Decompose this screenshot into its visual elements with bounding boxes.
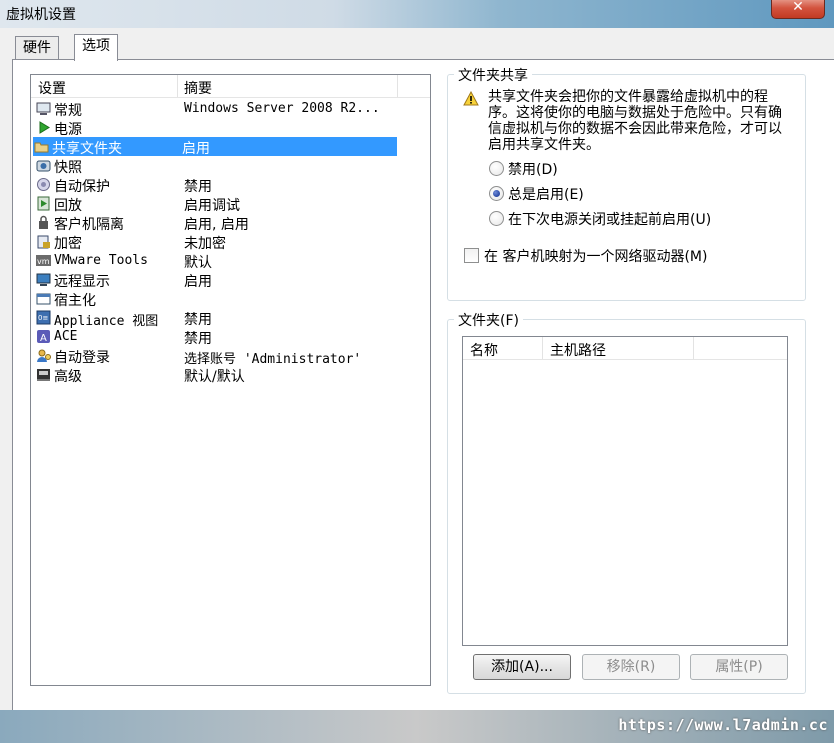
options-tab-panel: 设置 摘要 常规 Windows Server 2008 R2... 电源 共享文件夹… [12, 59, 834, 712]
radio-always-enabled[interactable] [489, 186, 504, 201]
lock-icon [39, 215, 48, 229]
svg-text:vm: vm [37, 257, 50, 266]
remove-folder-button[interactable]: 移除(R) [582, 654, 680, 680]
settings-row[interactable]: 自动登录 选择账号 'Administrator' [35, 346, 397, 367]
power-play-icon [39, 121, 50, 134]
folders-group: 文件夹(F) 名称 主机路径 添加(A)... 移除(R) 属性(P) [447, 310, 806, 694]
snapshot-icon [36, 160, 51, 172]
settings-list[interactable]: 设置 摘要 常规 Windows Server 2008 R2... 电源 共享文件夹… [30, 74, 431, 686]
tab-hardware[interactable]: 硬件 [15, 36, 59, 59]
setting-name: 客户机隔离 [54, 217, 124, 233]
radio-until-poweroff[interactable] [489, 211, 504, 226]
settings-row[interactable]: 客户机隔离 启用, 启用 [35, 213, 397, 233]
column-header-host-path[interactable]: 主机路径 [550, 340, 606, 360]
radio-disabled[interactable] [489, 161, 504, 176]
settings-dialog: 硬件 选项 设置 摘要 常规 Windows Server 2008 R2... 电… [0, 28, 834, 712]
settings-row[interactable]: vm VMware Tools 默认 [35, 251, 397, 271]
setting-summary: 禁用 [184, 179, 212, 195]
advanced-icon [37, 369, 50, 381]
map-network-drive-label[interactable]: 在 客户机映射为一个网络驱动器(M) [484, 246, 707, 266]
setting-name: 自动登录 [54, 350, 110, 366]
settings-row[interactable]: 快照 [35, 156, 397, 176]
setting-name: 共享文件夹 [52, 141, 122, 157]
autologon-icon [37, 349, 51, 362]
settings-row[interactable]: 加密 未加密 [35, 232, 397, 252]
title-bar: 虚拟机设置 ✕ [0, 0, 834, 28]
settings-row[interactable]: 回放 启用调试 [35, 194, 397, 214]
tab-options[interactable]: 选项 [74, 34, 118, 61]
folder-sharing-title: 文件夹共享 [454, 65, 532, 85]
setting-name: 远程显示 [54, 274, 110, 290]
column-header-name[interactable]: 名称 [470, 340, 498, 360]
column-separator[interactable] [693, 337, 694, 359]
setting-summary: 禁用 [184, 331, 212, 347]
setting-summary: 默认/默认 [184, 369, 245, 385]
settings-row[interactable]: A ACE 禁用 [35, 327, 397, 347]
settings-row[interactable]: 电源 [35, 118, 397, 138]
replay-icon [37, 196, 50, 211]
tab-options-label: 选项 [82, 38, 110, 54]
setting-summary: 启用, 启用 [184, 217, 249, 233]
setting-name: 常规 [54, 103, 82, 119]
vmware-tools-icon: vm [36, 255, 51, 266]
setting-name: 回放 [54, 198, 82, 214]
setting-summary: Windows Server 2008 R2... [184, 101, 380, 116]
folder-properties-button[interactable]: 属性(P) [690, 654, 788, 680]
settings-row[interactable]: 远程显示 启用 [35, 270, 397, 290]
setting-summary: 禁用 [184, 312, 212, 328]
setting-name: 高级 [54, 369, 82, 385]
folder-list[interactable]: 名称 主机路径 [462, 336, 788, 646]
setting-name: 宿主化 [54, 293, 96, 309]
radio-always-enabled-label[interactable]: 总是启用(E) [508, 184, 584, 204]
column-separator[interactable] [177, 75, 178, 97]
setting-summary: 启用调试 [184, 198, 240, 214]
tab-hardware-label: 硬件 [23, 40, 51, 56]
sharing-warning-text: 共享文件夹会把你的文件暴露给虚拟机中的程序。这将使你的电脑与数据处于危险中。只有… [488, 89, 782, 153]
column-header-summary[interactable]: 摘要 [184, 78, 212, 98]
settings-row[interactable]: 自动保护 禁用 [35, 175, 397, 195]
settings-row[interactable]: 共享文件夹 启用 [33, 137, 397, 157]
window-title: 虚拟机设置 [6, 7, 76, 23]
add-folder-button[interactable]: 添加(A)... [473, 654, 571, 680]
setting-summary: 未加密 [184, 236, 226, 252]
unity-icon [36, 293, 51, 305]
computer-icon [36, 102, 51, 115]
svg-text:A: A [40, 333, 47, 344]
svg-text:0≡: 0≡ [38, 314, 48, 322]
setting-name: 加密 [54, 236, 82, 252]
folders-title: 文件夹(F) [454, 310, 523, 330]
setting-name: ACE [54, 329, 78, 344]
watermark-text: https://www.l7admin.cc [618, 716, 828, 734]
settings-row[interactable]: 宿主化 [35, 289, 397, 309]
setting-summary: 启用 [184, 274, 212, 290]
setting-name: 电源 [54, 122, 82, 138]
folder-sharing-group: 文件夹共享 共享文件夹会把你的文件暴露给虚拟机中的程序。这将使你的电脑与数据处于… [447, 65, 806, 301]
column-separator[interactable] [542, 337, 543, 359]
settings-row[interactable]: 常规 Windows Server 2008 R2... [35, 99, 397, 119]
remote-display-icon [36, 273, 51, 286]
setting-summary: 启用 [182, 141, 210, 157]
settings-row[interactable]: 0≡ Appliance 视图 禁用 [35, 308, 397, 329]
radio-until-poweroff-label[interactable]: 在下次电源关闭或挂起前启用(U) [508, 209, 711, 229]
setting-name: 自动保护 [54, 179, 110, 195]
encryption-icon [37, 235, 50, 249]
column-header-setting[interactable]: 设置 [38, 78, 66, 98]
close-icon: ✕ [792, 0, 804, 15]
settings-row[interactable]: 高级 默认/默认 [35, 365, 397, 385]
autoprotect-icon [37, 178, 50, 191]
setting-name: VMware Tools [54, 253, 148, 268]
ace-icon: A [37, 330, 50, 344]
close-button[interactable]: ✕ [771, 0, 825, 19]
setting-summary: 默认 [184, 255, 212, 271]
map-network-drive-checkbox[interactable] [464, 248, 479, 263]
list-header: 设置 摘要 [31, 75, 430, 98]
radio-disabled-label[interactable]: 禁用(D) [508, 159, 558, 179]
warning-icon [463, 91, 479, 106]
column-separator[interactable] [397, 75, 398, 97]
appliance-icon: 0≡ [36, 310, 51, 325]
folder-list-header: 名称 主机路径 [463, 337, 787, 360]
shared-folder-icon [34, 142, 49, 153]
setting-name: 快照 [54, 160, 82, 176]
